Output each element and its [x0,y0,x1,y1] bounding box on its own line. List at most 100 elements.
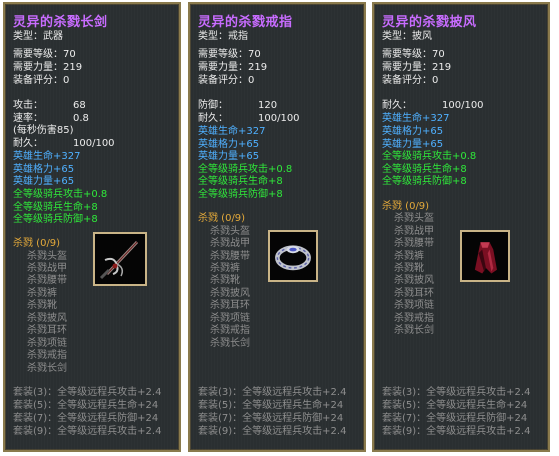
set-item: 杀戮战甲 [394,226,434,237]
tooltip-panel-ring: 灵异的杀戮戒指 类型：戒指 需要等级：70 需要力量：219 装备评分：0 防御… [188,2,366,452]
set-bonus: 套装(5)：全等级远程兵生命+24 [13,400,159,411]
item-type: 类型：武器 [13,31,63,42]
ring-icon [268,230,318,282]
troop-stat: 全等级骑兵生命+8 [382,164,467,175]
stat-row: 耐久： 100/100 [198,113,358,125]
stat-value: 120 [258,100,278,111]
set-item: 杀戮项链 [394,300,434,311]
equip-score: 装备评分：0 [382,75,439,86]
hero-stat: 英雄格力+65 [382,126,444,137]
set-header: 杀戮 (0/9) [198,213,246,224]
item-title: 灵异的杀戮披风 [382,15,477,30]
durability-row: 耐久： 100/100 [382,100,542,112]
stat-value: 0.8 [73,113,89,124]
set-bonus: 套装(5)：全等级远程兵生命+24 [198,400,344,411]
cloak-icon [460,230,510,282]
item-title: 灵异的杀戮长剑 [13,15,108,30]
tooltip-panel-cloak: 灵异的杀戮披风 类型：披风 需要等级：70 需要力量：219 装备评分：0 耐久… [372,2,550,452]
stat-value: 100/100 [442,100,484,111]
set-bonus: 套装(9)：全等级远程兵攻击+2.4 [382,426,531,437]
req-level: 需要等级：70 [13,49,76,60]
set-item: 杀戮耳环 [394,288,434,299]
troop-stat: 全等级骑兵攻击+0.8 [198,164,293,175]
set-item: 杀戮披风 [210,288,250,299]
equip-score: 装备评分：0 [198,75,255,86]
set-item: 杀戮长剑 [210,338,250,349]
req-level: 需要等级：70 [382,49,445,60]
set-item: 杀戮戒指 [210,325,250,336]
stat-value: 100/100 [73,138,115,149]
set-item: 杀戮耳环 [210,300,250,311]
set-bonus: 套装(3)：全等级远程兵攻击+2.4 [13,387,162,398]
set-item: 杀戮披风 [27,313,67,324]
stat-label: 耐久： [198,113,228,124]
hero-stat: 英雄生命+327 [13,151,81,162]
item-type: 类型：戒指 [198,31,248,42]
set-item: 杀戮戒指 [394,313,434,324]
set-item: 杀戮靴 [210,275,240,286]
set-item: 杀戮头盔 [394,213,434,224]
set-item: 杀戮腰带 [27,275,67,286]
troop-stat: 全等级骑兵防御+8 [198,189,283,200]
hero-stat: 英雄力量+65 [13,176,75,187]
set-item: 杀戮披风 [394,275,434,286]
set-bonus: 套装(5)：全等级远程兵生命+24 [382,400,528,411]
req-strength: 需要力量：219 [382,62,452,73]
set-header: 杀戮 (0/9) [382,201,430,212]
hero-stat: 英雄力量+65 [382,139,444,150]
set-item: 杀戮战甲 [27,263,67,274]
set-bonus: 套装(3)：全等级远程兵攻击+2.4 [198,387,347,398]
set-item: 杀戮靴 [394,263,424,274]
hero-stat: 英雄生命+327 [198,126,266,137]
set-item: 杀戮裤 [210,263,240,274]
stat-value: 68 [73,100,86,111]
troop-stat: 全等级骑兵防御+8 [13,214,98,225]
durability-row: 耐久： 100/100 [13,138,173,150]
set-item: 杀戮耳环 [27,325,67,336]
stat-label: 速率： [13,113,43,124]
stat-value: 100/100 [258,113,300,124]
set-item: 杀戮战甲 [210,238,250,249]
hero-stat: 英雄力量+65 [198,151,260,162]
sword-icon [93,232,147,286]
req-strength: 需要力量：219 [13,62,83,73]
set-item: 杀戮戒指 [27,350,67,361]
hero-stat: 英雄生命+327 [382,113,450,124]
stat-label: 防御： [198,100,228,111]
set-item: 杀戮腰带 [210,251,250,262]
set-item: 杀戮长剑 [27,363,67,374]
set-bonus: 套装(7)：全等级远程兵防御+24 [198,413,344,424]
set-item: 杀戮头盔 [27,251,67,262]
set-item: 杀戮裤 [27,288,57,299]
req-level: 需要等级：70 [198,49,261,60]
set-header: 杀戮 (0/9) [13,238,61,249]
set-bonus: 套装(9)：全等级远程兵攻击+2.4 [198,426,347,437]
req-strength: 需要力量：219 [198,62,268,73]
stat-row: 速率： 0.8 [13,113,173,125]
stat-row: 攻击： 68 [13,100,173,112]
set-item: 杀戮长剑 [394,325,434,336]
set-bonus: 套装(3)：全等级远程兵攻击+2.4 [382,387,531,398]
hero-stat: 英雄格力+65 [198,139,260,150]
set-item: 杀戮头盔 [210,226,250,237]
troop-stat: 全等级骑兵生命+8 [13,202,98,213]
troop-stat: 全等级骑兵攻击+0.8 [382,151,477,162]
set-bonus: 套装(7)：全等级远程兵防御+24 [382,413,528,424]
dps-text: (每秒伤害85) [13,125,74,136]
stat-label: 耐久： [382,100,412,111]
troop-stat: 全等级骑兵攻击+0.8 [13,189,108,200]
stat-row: 防御： 120 [198,100,358,112]
stat-label: 攻击： [13,100,43,111]
equip-score: 装备评分：0 [13,75,70,86]
set-item: 杀戮靴 [27,300,57,311]
set-bonus: 套装(9)：全等级远程兵攻击+2.4 [13,426,162,437]
set-item: 杀戮项链 [210,313,250,324]
set-item: 杀戮项链 [27,338,67,349]
item-type: 类型：披风 [382,31,432,42]
set-item: 杀戮腰带 [394,238,434,249]
troop-stat: 全等级骑兵防御+8 [382,176,467,187]
tooltip-panel-sword: 灵异的杀戮长剑 类型：武器 需要等级：70 需要力量：219 装备评分：0 攻击… [3,2,181,452]
stat-label: 耐久： [13,138,43,149]
hero-stat: 英雄格力+65 [13,164,75,175]
set-item: 杀戮裤 [394,251,424,262]
